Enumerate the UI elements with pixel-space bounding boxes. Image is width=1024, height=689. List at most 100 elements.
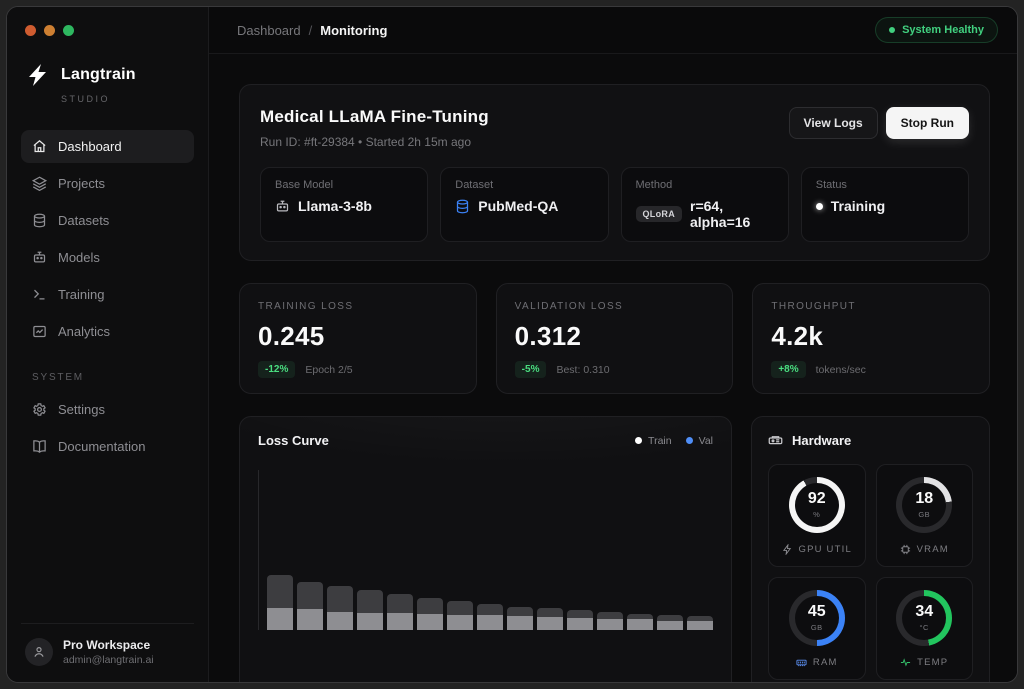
chart-title: Loss Curve [258,433,329,448]
sidebar-item-projects[interactable]: Projects [21,167,194,200]
temp-gauge: 34 °C TEMP [876,577,974,680]
chip-icon [900,544,911,555]
legend-label: Val [699,435,713,447]
base-model-tile: Base Model Llama-3-8b [260,167,428,242]
gauge-value: 34 [915,604,933,620]
run-info-tiles: Base Model Llama-3-8b Dataset PubMed-QA [260,167,969,242]
loss-bar [477,604,503,630]
user-icon [32,645,46,659]
gear-icon [32,402,47,417]
loss-bar [267,575,293,630]
book-icon [32,439,47,454]
sidebar-item-models[interactable]: Models [21,241,194,274]
window-controls [21,23,194,36]
view-logs-button[interactable]: View Logs [789,107,878,139]
hardware-card: Hardware 92 % GPU UTIL [751,416,990,682]
health-label: System Healthy [902,24,984,36]
delta-badge: +8% [771,361,805,378]
content: Medical LLaMA Fine-Tuning Run ID: #ft-29… [209,54,1018,682]
base-model-value: Llama-3-8b [298,198,372,214]
app-window: Langtrain STUDIO Dashboard Projects Data… [6,6,1018,683]
status-tile: Status Training [801,167,969,242]
chart-icon [32,324,47,339]
gauge-unit: % [813,510,820,519]
topbar: Dashboard / Monitoring System Healthy [209,7,1018,54]
workspace-switcher[interactable]: Pro Workspace admin@langtrain.ai [21,623,194,668]
tile-label: Base Model [275,179,413,191]
sidebar-item-settings[interactable]: Settings [21,393,194,426]
loss-bar [447,601,473,630]
sidebar-item-dashboard[interactable]: Dashboard [21,130,194,163]
stop-run-button[interactable]: Stop Run [886,107,969,139]
gpu-util-gauge: 92 % GPU UTIL [768,464,866,567]
gauge-name: VRAM [917,544,949,555]
gauge-unit: GB [811,623,823,632]
terminal-icon [32,287,47,302]
run-subtitle: Run ID: #ft-29384 • Started 2h 15m ago [260,135,489,149]
gpu-icon [768,433,783,448]
run-card: Medical LLaMA Fine-Tuning Run ID: #ft-29… [239,84,990,261]
close-window-button[interactable] [25,25,36,36]
loss-bar [567,610,593,630]
database-icon [32,213,47,228]
loss-bar [627,614,653,630]
database-icon [455,199,470,214]
sidebar-item-label: Datasets [58,213,109,228]
validation-loss-value: 0.312 [515,321,715,352]
vram-gauge: 18 GB VRAM [876,464,974,567]
metric-caption: Best: 0.310 [556,364,609,376]
sidebar-item-label: Analytics [58,324,110,339]
method-tile: Method QLoRA r=64, alpha=16 [621,167,789,242]
train-dot-icon [635,437,642,444]
gauge-value: 92 [808,491,826,507]
system-health-badge: System Healthy [875,17,998,43]
run-title: Medical LLaMA Fine-Tuning [260,107,489,127]
breadcrumb: Dashboard / Monitoring [237,23,387,38]
breadcrumb-dashboard[interactable]: Dashboard [237,23,301,38]
metric-caption: tokens/sec [816,364,866,376]
gauge-name: GPU UTIL [799,544,852,555]
gauge-name: RAM [813,657,838,668]
sidebar-item-label: Models [58,250,100,265]
loss-curve-card: Loss Curve Train Val [239,416,732,682]
tile-label: Dataset [455,179,593,191]
loss-bar [417,598,443,630]
loss-bar [687,616,713,630]
metric-caption: Epoch 2/5 [305,364,352,376]
tile-label: Status [816,179,954,191]
brand-subtitle: STUDIO [61,94,190,104]
legend-train: Train [635,435,672,447]
metric-label: THROUGHPUT [771,301,971,312]
loss-bar [357,590,383,630]
dataset-tile: Dataset PubMed-QA [440,167,608,242]
delta-badge: -5% [515,361,547,378]
hardware-gauges: 92 % GPU UTIL 18 GB [768,464,973,680]
sidebar-item-label: Settings [58,402,105,417]
throughput-card: THROUGHPUT 4.2k +8% tokens/sec [752,283,990,394]
sidebar-item-label: Dashboard [58,139,122,154]
status-dot-icon [816,203,823,210]
ram-gauge: 45 GB RAM [768,577,866,680]
sidebar-nav: Dashboard Projects Datasets Models Train… [21,130,194,348]
zoom-window-button[interactable] [63,25,74,36]
hardware-title: Hardware [792,433,851,448]
bottom-row: Loss Curve Train Val [239,416,990,682]
loss-bar [327,586,353,630]
sidebar-item-label: Documentation [58,439,145,454]
sidebar-item-datasets[interactable]: Datasets [21,204,194,237]
metric-cards: TRAINING LOSS 0.245 -12% Epoch 2/5 VALID… [239,283,990,394]
metric-label: TRAINING LOSS [258,301,458,312]
robot-icon [275,199,290,214]
layers-icon [32,176,47,191]
gauge-unit: GB [918,510,930,519]
minimize-window-button[interactable] [44,25,55,36]
gauge-unit: °C [920,623,929,632]
method-value: r=64, alpha=16 [690,198,774,230]
sidebar-item-training[interactable]: Training [21,278,194,311]
dataset-value: PubMed-QA [478,198,558,214]
sidebar-item-documentation[interactable]: Documentation [21,430,194,463]
bolt-icon [782,544,793,555]
health-dot-icon [889,27,895,33]
sidebar-item-analytics[interactable]: Analytics [21,315,194,348]
sidebar-item-label: Projects [58,176,105,191]
